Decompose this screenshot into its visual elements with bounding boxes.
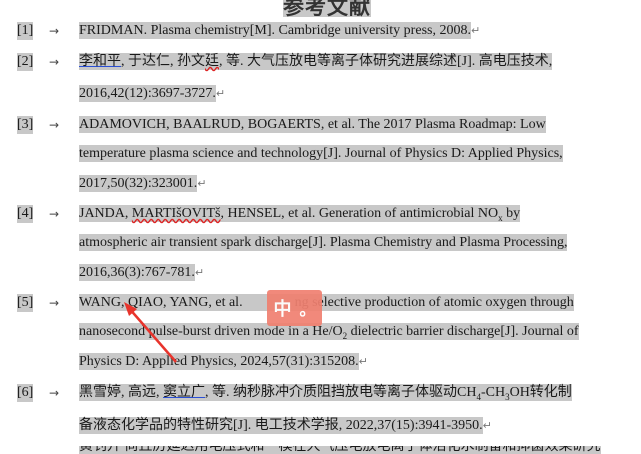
reference-number: [4]	[17, 205, 34, 223]
reference-number: [1]	[17, 22, 34, 40]
reference-6-line-1[interactable]: 黑雪婷, 高远, 窦立广, 等. 纳秒脉冲介质阻挡放电等离子体驱动CH4-CH3…	[79, 384, 572, 402]
reference-1-line-1[interactable]: FRIDMAN. Plasma chemistry[M]. Cambridge …	[79, 22, 480, 40]
references-heading: 参考文献	[283, 0, 383, 17]
reference-number: [5]	[17, 294, 34, 312]
tab-arrow-icon: →	[49, 24, 60, 38]
reference-5-line-1[interactable]: WANG, QIAO, YANG, et al. ng selective pro…	[79, 294, 574, 312]
tab-arrow-icon: →	[49, 207, 60, 221]
reference-5-line-2[interactable]: nanosecond pulse-burst driven mode in a …	[79, 323, 579, 341]
paragraph-mark-icon: ↵	[197, 177, 207, 190]
reference-4-line-1[interactable]: JANDA, MARTIšOVITš, HENSEL, et al. Gener…	[79, 205, 521, 223]
paragraph-mark-icon: ↵	[358, 355, 368, 368]
reference-7-partial: 黄钊升 尚丘厉延迟用电压式和一模在大气压电放电离子体活化水制备和抑菌效果研究	[0, 446, 641, 454]
tab-arrow-icon: →	[49, 118, 60, 132]
reference-3-line-3[interactable]: 2017,50(32):323001.↵	[79, 175, 206, 193]
paragraph-mark-icon: ↵	[215, 87, 226, 100]
reference-number: [6]	[17, 384, 34, 402]
reference-3-line-2[interactable]: temperature plasma science and technolog…	[79, 145, 563, 163]
reference-3-line-1[interactable]: ADAMOVICH, BAALRUD, BOGAERTS, et al. The…	[79, 116, 546, 134]
reference-4-line-3[interactable]: 2016,36(3):767-781.↵	[79, 264, 204, 282]
ime-punctuation-mode: 。	[299, 300, 316, 319]
reference-number: [2]	[17, 53, 34, 71]
tab-arrow-icon: →	[49, 55, 60, 69]
paragraph-mark-icon: ↵	[194, 266, 205, 279]
ime-chinese-mode-label: 中	[273, 299, 292, 320]
tab-arrow-icon: →	[49, 296, 60, 310]
reference-5-line-3[interactable]: Physics D: Applied Physics, 2024,57(31):…	[79, 353, 368, 371]
reference-2-line-1[interactable]: 李和平, 于达仁, 孙文廷, 等. 大气压放电等离子体研究进展综述[J]. 高电…	[79, 53, 553, 71]
tab-arrow-icon: →	[49, 386, 60, 400]
reference-4-line-2[interactable]: atmospheric air transient spark discharg…	[79, 234, 568, 252]
reference-2-line-2[interactable]: 2016,42(12):3697-3727.↵	[79, 85, 225, 103]
paragraph-mark-icon: ↵	[470, 24, 481, 37]
reference-6-line-2[interactable]: 备液态化学品的特性研究[J]. 电工技术学报, 2022,37(15):3941…	[79, 417, 492, 435]
paragraph-mark-icon: ↵	[482, 419, 492, 432]
reference-number: [3]	[17, 116, 34, 134]
ime-status-indicator[interactable]: 中 。	[267, 290, 322, 326]
